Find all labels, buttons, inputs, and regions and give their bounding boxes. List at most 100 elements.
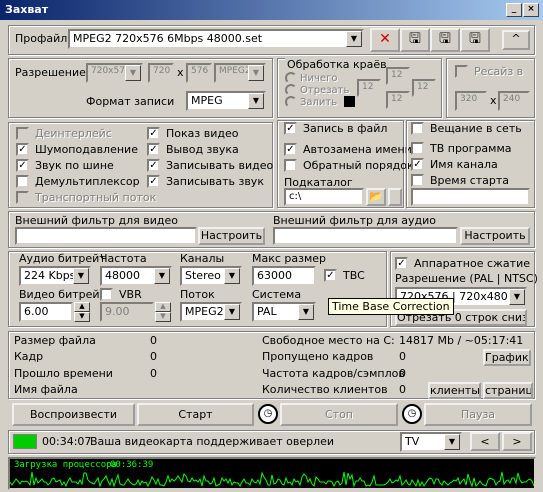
autoreplace-checkbox[interactable]: ✓ Автозамена имени	[284, 143, 412, 157]
folder-icon[interactable]: 📂	[366, 188, 386, 206]
skipped-value: 0	[399, 350, 406, 363]
transport-stream-checkbox[interactable]: Транспортный поток	[16, 191, 156, 205]
overlay-indicator	[13, 434, 37, 449]
max-size-label: Макс размер	[252, 252, 327, 265]
resize-height-field[interactable]: 240	[498, 91, 530, 111]
tbc-checkbox[interactable]: ✓ TBC	[324, 269, 365, 283]
prev-button[interactable]: <	[470, 432, 500, 451]
channels-label: Каналы	[180, 252, 225, 265]
frame-value: 0	[150, 350, 157, 363]
page-button[interactable]: страница	[483, 382, 533, 399]
video-bitrate-spinner[interactable]: ▲ ▼	[74, 302, 90, 322]
record-audio-checkbox[interactable]: ✓ Записывать звук	[147, 175, 264, 189]
free-space-value: 14817 Mb / ~05:17:41	[399, 334, 524, 347]
resolution-x-label: x	[177, 66, 184, 79]
record-format-select[interactable]: MPEG ▼	[186, 91, 266, 111]
delete-profile-icon[interactable]: ✕	[370, 28, 400, 52]
fill-color-swatch[interactable]	[344, 96, 355, 107]
resize-width-field[interactable]: 320	[455, 91, 487, 111]
collapse-button[interactable]: ^	[502, 30, 530, 50]
resolution-width-field[interactable]: 720	[148, 63, 174, 83]
new-profile-icon[interactable]: 🖫	[400, 28, 430, 52]
graphs-button[interactable]: Графики	[483, 349, 531, 366]
file-size-label: Размер файла	[14, 334, 96, 347]
demux-checkbox[interactable]: Демультиплексор	[16, 175, 140, 189]
start-time-checkbox[interactable]: Время старта	[411, 174, 509, 188]
frame-label: Кадр	[14, 350, 44, 363]
subdir-extra-button[interactable]	[388, 188, 402, 206]
edge-right-field[interactable]: 12	[412, 79, 436, 97]
cpu-load-graph: Загрузка процессора 00:36:39	[8, 457, 536, 490]
play-button[interactable]: Воспроизвести	[12, 403, 135, 426]
vbr-spinner[interactable]: ▲ ▼	[155, 302, 171, 322]
status-text: Ваша видеокарта поддерживает оверлеи	[90, 435, 335, 448]
start-time-field[interactable]	[411, 188, 530, 206]
max-size-field[interactable]: 63000	[252, 266, 316, 286]
next-button[interactable]: >	[502, 432, 532, 451]
video-filter-configure-button[interactable]: Настроить	[198, 227, 265, 245]
audio-filter-field[interactable]	[273, 227, 458, 245]
reverse-order-checkbox[interactable]: Обратный порядок	[284, 159, 414, 173]
video-bitrate-field[interactable]: 6.00	[19, 302, 73, 322]
edge-top-field[interactable]: 12	[386, 67, 410, 85]
resolution-height-field[interactable]: 576	[186, 63, 212, 83]
stop-timer-icon[interactable]: ◷	[258, 404, 278, 424]
edge-bottom-field[interactable]: 12	[386, 91, 410, 109]
edges-option-fill[interactable]: Залить	[285, 96, 337, 108]
profile-select[interactable]: MPEG2 720x576 6Mbps 48000.set ▼	[68, 29, 364, 49]
stop-button[interactable]: Стоп	[280, 403, 398, 426]
window-title: Захват	[5, 3, 49, 16]
edge-left-field[interactable]: 12	[357, 79, 381, 97]
stream-select[interactable]: MPEG2 ▼	[180, 302, 242, 322]
clients-value: 0	[399, 383, 406, 396]
edges-option-none[interactable]: Ничего	[285, 72, 337, 84]
profile-label: Профайл	[15, 32, 68, 45]
pause-timer-icon[interactable]: ◷	[402, 404, 422, 424]
tv-program-checkbox[interactable]: ТВ программа	[411, 142, 512, 156]
edges-option-cut[interactable]: Отрезать	[285, 84, 349, 96]
pause-button[interactable]: Пауза	[424, 403, 532, 426]
vbr-field[interactable]: 9.00	[100, 302, 154, 322]
system-label: Система	[252, 288, 302, 301]
file-size-value: 0	[150, 334, 157, 347]
audio-out-checkbox[interactable]: ✓ Вывод звука	[147, 143, 239, 157]
denoise-checkbox[interactable]: ✓ Шумоподавление	[16, 143, 138, 157]
load-profile-icon[interactable]: 🖫	[430, 28, 460, 52]
deinterlace-checkbox[interactable]: Деинтерлейс	[16, 127, 112, 141]
codec-select[interactable]: MPEG2 ▼	[214, 63, 266, 83]
close-button[interactable]: ×	[523, 3, 539, 17]
status-time: 00:34:07	[42, 435, 92, 448]
bus-audio-checkbox[interactable]: ✓ Звук по шине	[16, 159, 114, 173]
frequency-label: Частота	[100, 252, 147, 265]
broadcast-checkbox[interactable]: Вещание в сеть	[411, 122, 524, 136]
show-video-checkbox[interactable]: ✓ Показ видео	[147, 127, 238, 141]
channels-select[interactable]: Stereo ▼	[180, 266, 242, 286]
elapsed-value: 0	[150, 367, 157, 380]
filename-label: Имя файла	[14, 383, 78, 396]
edges-title: Обработка краёв	[285, 58, 389, 71]
audio-filter-configure-button[interactable]: Настроить	[460, 227, 530, 245]
clients-button[interactable]: клиенты	[428, 382, 481, 399]
subdir-field[interactable]: c:\	[284, 188, 364, 206]
record-video-checkbox[interactable]: ✓ Записывать видео	[147, 159, 273, 173]
vbr-checkbox[interactable]: VBR	[100, 288, 142, 302]
video-filter-field[interactable]	[15, 227, 197, 245]
system-select[interactable]: PAL ▼	[252, 302, 316, 322]
frequency-select[interactable]: 48000 ▼	[100, 266, 172, 286]
resolution-preset-select[interactable]: 720x576 ▼	[86, 63, 143, 83]
resolution-label: Разрешение	[15, 66, 86, 79]
hw-compression-checkbox[interactable]: ✓ Аппаратное сжатие	[395, 257, 530, 271]
minimize-button[interactable]: _	[506, 3, 522, 17]
stream-label: Поток	[180, 288, 215, 301]
channel-name-checkbox[interactable]: ✓ Имя канала	[411, 158, 498, 172]
rate-label: Частота кадров/сэмплов	[262, 367, 405, 380]
cpu-load-trace	[10, 471, 534, 488]
tv-select[interactable]: TV ▼	[400, 432, 462, 452]
save-profile-icon[interactable]: 🖫	[460, 28, 490, 52]
audio-bitrate-select[interactable]: 224 Kbps ▼	[19, 266, 91, 286]
file-record-checkbox[interactable]: ✓ Запись в файл	[284, 122, 390, 136]
resize-checkbox[interactable]: Ресайз в	[455, 65, 523, 79]
video-filter-label: Внешний фильтр для видео	[15, 214, 178, 227]
record-format-label: Формат записи	[86, 95, 175, 108]
start-button[interactable]: Старт	[137, 403, 254, 426]
